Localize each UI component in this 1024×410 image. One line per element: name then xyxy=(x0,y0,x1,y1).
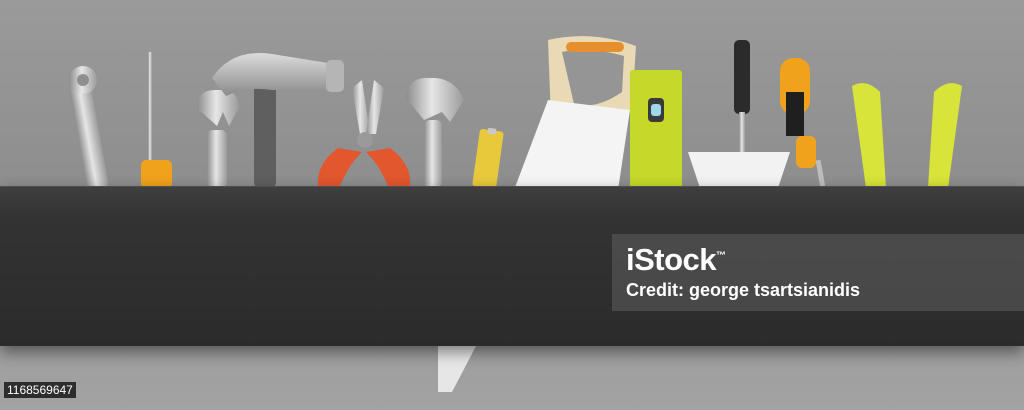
pliers-icon xyxy=(317,80,411,186)
level-icon xyxy=(630,70,682,188)
watermark-logo-text: iStock xyxy=(626,242,717,277)
wrench-icon xyxy=(197,90,239,188)
pliers-icon xyxy=(852,83,962,188)
stock-photo: iStock™ Credit: george tsartsianidis 116… xyxy=(0,0,1024,410)
screwdriver-icon xyxy=(780,58,826,189)
screwdriver-icon xyxy=(141,52,172,188)
image-id: 1168569647 xyxy=(4,382,76,398)
trowel-icon xyxy=(688,40,790,188)
spanner-icon xyxy=(69,66,109,192)
watermark-credit: Credit: george tsartsianidis xyxy=(626,280,861,300)
tape-measure-icon xyxy=(472,127,504,189)
watermark-logo: iStock™ xyxy=(626,242,726,278)
adjustable-wrench-icon xyxy=(406,77,464,188)
watermark: iStock™ Credit: george tsartsianidis xyxy=(612,234,1024,311)
trademark-symbol: ™ xyxy=(716,250,726,262)
